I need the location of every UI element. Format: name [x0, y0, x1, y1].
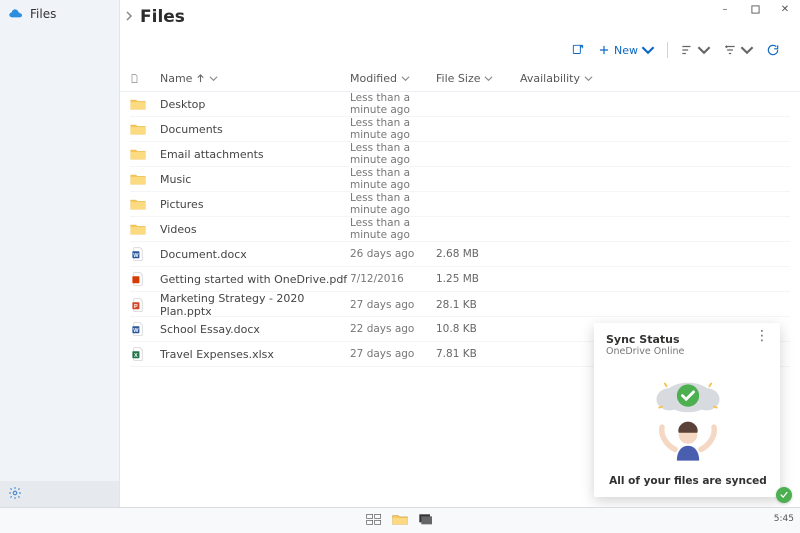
- file-size: 2.68 MB: [436, 248, 520, 260]
- svg-text:X: X: [134, 353, 138, 359]
- gear-icon: [8, 486, 22, 503]
- column-modified-label: Modified: [350, 72, 397, 85]
- column-size-label: File Size: [436, 72, 480, 85]
- sync-message: All of your files are synced: [606, 475, 770, 489]
- sync-title: Sync Status: [606, 333, 684, 346]
- file-size: 7.81 KB: [436, 348, 520, 360]
- file-type-icon: [130, 147, 160, 161]
- sort-button[interactable]: [680, 43, 711, 57]
- clock-time: 5:45: [774, 515, 794, 524]
- toolbar-separator: [667, 42, 668, 58]
- file-type-icon: W: [130, 322, 160, 336]
- file-row[interactable]: P Marketing Strategy - 2020 Plan.pptx27 d…: [130, 292, 790, 317]
- maximize-button[interactable]: [740, 0, 770, 18]
- file-modified: 27 days ago: [350, 299, 436, 311]
- file-row[interactable]: DesktopLess than a minute ago: [130, 92, 790, 117]
- file-size: 1.25 MB: [436, 273, 520, 285]
- file-modified: Less than a minute ago: [350, 92, 436, 116]
- file-modified: Less than a minute ago: [350, 217, 436, 241]
- minimize-button[interactable]: –: [710, 0, 740, 18]
- refresh-button[interactable]: [766, 43, 780, 57]
- taskbar-clock[interactable]: 5:45: [774, 507, 794, 533]
- taskbar: 5:45: [0, 507, 800, 533]
- file-type-icon: [130, 172, 160, 186]
- file-name: Desktop: [160, 98, 350, 111]
- file-type-icon: P: [130, 298, 160, 312]
- column-icon-header[interactable]: [130, 72, 160, 85]
- file-type-icon: X: [130, 347, 160, 361]
- file-type-icon: [130, 122, 160, 136]
- sidebar-settings[interactable]: [0, 481, 119, 507]
- file-name: Travel Expenses.xlsx: [160, 348, 350, 361]
- header: Files: [120, 0, 800, 28]
- sync-ok-badge[interactable]: [776, 487, 792, 503]
- file-name: Documents: [160, 123, 350, 136]
- file-name: Music: [160, 173, 350, 186]
- page-title: Files: [140, 7, 185, 27]
- file-name: Document.docx: [160, 248, 350, 261]
- file-name: School Essay.docx: [160, 323, 350, 336]
- file-name: Email attachments: [160, 148, 350, 161]
- chevron-down-icon: [209, 74, 218, 83]
- file-row[interactable]: DocumentsLess than a minute ago: [130, 117, 790, 142]
- chevron-down-icon: [401, 74, 410, 83]
- column-size-header[interactable]: File Size: [436, 72, 520, 85]
- file-modified: Less than a minute ago: [350, 167, 436, 191]
- chevron-right-icon: [124, 10, 134, 24]
- file-type-icon: [130, 97, 160, 111]
- window-controls: – ✕: [710, 0, 800, 18]
- file-type-icon: W: [130, 247, 160, 261]
- sidebar-item-files[interactable]: Files: [0, 0, 119, 28]
- column-modified-header[interactable]: Modified: [350, 72, 436, 85]
- chevron-down-icon: [484, 74, 493, 83]
- sync-subtitle: OneDrive Online: [606, 346, 684, 357]
- file-type-icon: [130, 272, 160, 286]
- share-button[interactable]: [571, 43, 585, 57]
- column-name-label: Name: [160, 72, 192, 85]
- file-name: Videos: [160, 223, 350, 236]
- chevron-down-icon: [584, 74, 593, 83]
- onedrive-cloud-icon: [8, 6, 24, 22]
- file-type-icon: [130, 222, 160, 236]
- close-button[interactable]: ✕: [770, 0, 800, 18]
- new-button[interactable]: New: [597, 43, 655, 57]
- file-size: 10.8 KB: [436, 323, 520, 335]
- new-button-label: New: [614, 44, 638, 57]
- file-modified: 22 days ago: [350, 323, 436, 335]
- file-name: Marketing Strategy - 2020 Plan.pptx: [160, 292, 350, 318]
- file-modified: Less than a minute ago: [350, 142, 436, 166]
- file-name: Pictures: [160, 198, 350, 211]
- column-headers: Name Modified File Size Availability: [120, 66, 800, 92]
- file-size: 28.1 KB: [436, 299, 520, 311]
- taskbar-app-icon[interactable]: [418, 512, 434, 529]
- more-icon[interactable]: ⋮: [755, 333, 770, 357]
- svg-text:W: W: [133, 253, 139, 259]
- filter-button[interactable]: [723, 43, 754, 57]
- file-row[interactable]: PicturesLess than a minute ago: [130, 192, 790, 217]
- file-row[interactable]: MusicLess than a minute ago: [130, 167, 790, 192]
- file-row[interactable]: Email attachmentsLess than a minute ago: [130, 142, 790, 167]
- file-row[interactable]: Getting started with OneDrive.pdf7/12/20…: [130, 267, 790, 292]
- file-modified: Less than a minute ago: [350, 117, 436, 141]
- file-name: Getting started with OneDrive.pdf: [160, 273, 350, 286]
- sync-status-panel: Sync Status OneDrive Online ⋮ All of you…: [594, 323, 780, 497]
- file-modified: 7/12/2016: [350, 273, 436, 285]
- column-availability-header[interactable]: Availability: [520, 72, 610, 85]
- column-name-header[interactable]: Name: [160, 72, 350, 85]
- svg-text:P: P: [134, 304, 138, 310]
- file-modified: 27 days ago: [350, 348, 436, 360]
- file-modified: 26 days ago: [350, 248, 436, 260]
- file-modified: Less than a minute ago: [350, 192, 436, 216]
- taskbar-task-view-icon[interactable]: [366, 512, 382, 529]
- file-type-icon: [130, 197, 160, 211]
- toolbar: New: [120, 34, 800, 66]
- sync-illustration: [606, 357, 770, 475]
- sidebar-files-label: Files: [30, 7, 56, 21]
- sidebar: Files: [0, 0, 120, 507]
- column-availability-label: Availability: [520, 72, 580, 85]
- taskbar-file-explorer-icon[interactable]: [392, 512, 408, 529]
- file-row[interactable]: W Document.docx26 days ago2.68 MB: [130, 242, 790, 267]
- file-row[interactable]: VideosLess than a minute ago: [130, 217, 790, 242]
- svg-text:W: W: [133, 328, 139, 334]
